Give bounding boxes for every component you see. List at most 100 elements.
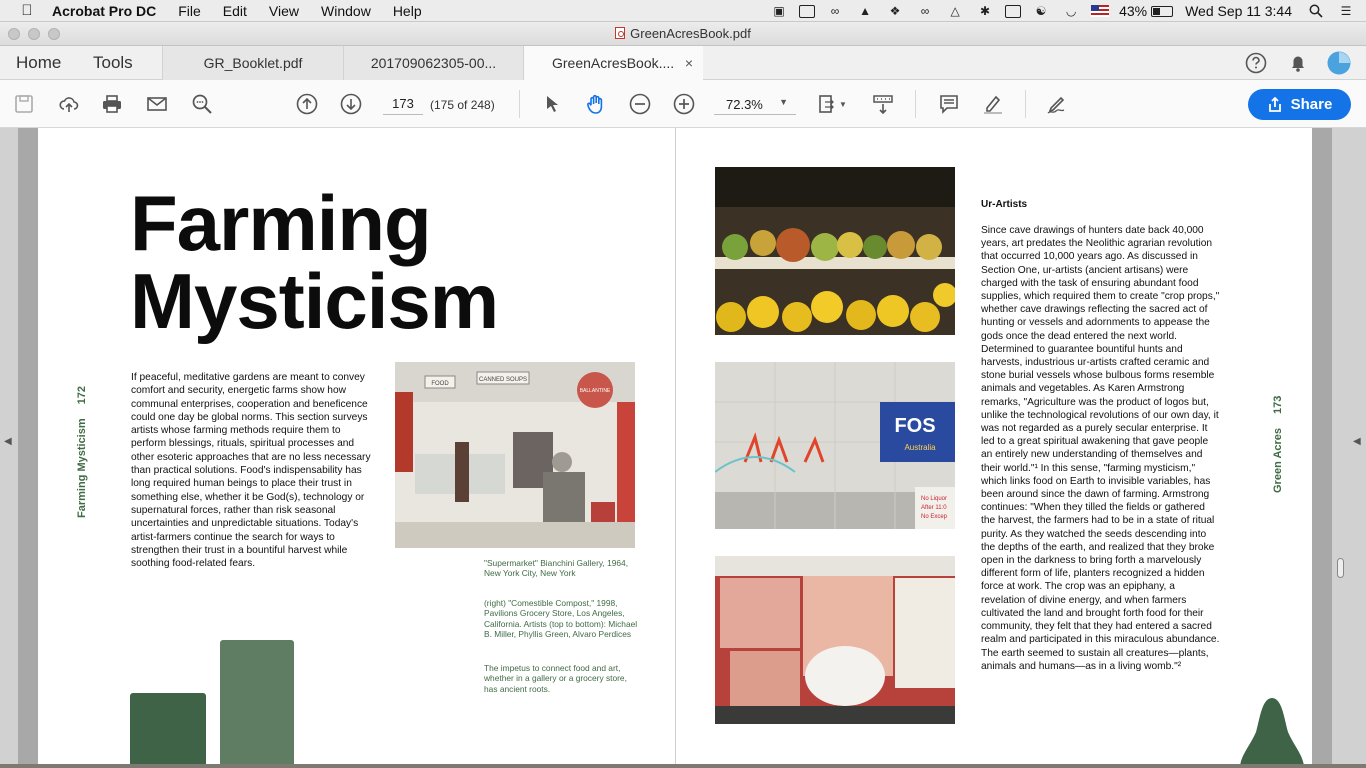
account-avatar[interactable] — [1327, 51, 1351, 75]
notice-line-1: No Liquor — [921, 496, 947, 502]
spotlight-search-icon[interactable] — [1306, 4, 1326, 18]
toolbar-divider — [1025, 90, 1026, 118]
chapter-title: Farming Mysticism — [130, 179, 499, 345]
print-icon[interactable] — [101, 93, 123, 115]
toolbar-divider — [915, 90, 916, 118]
running-header-right: Green Acres 173 — [1272, 396, 1284, 493]
toolbar: (175 of 248) 72.3% ▼ ▼ — [0, 80, 1366, 128]
fos-sign-text: FOS — [894, 415, 935, 437]
running-header-right-page: 173 — [1272, 395, 1284, 414]
fruit-display-photo — [715, 167, 955, 335]
menu-help[interactable]: Help — [393, 3, 422, 19]
apple-menu-icon[interactable]:  — [18, 2, 36, 19]
share-button-label: Share — [1290, 96, 1333, 113]
select-tool-icon[interactable] — [541, 93, 563, 115]
notice-line-2: After 11:0 — [921, 505, 947, 511]
menu-view[interactable]: View — [269, 3, 299, 19]
tab-document-1-label: GR_Booklet.pdf — [203, 55, 303, 71]
search-text-icon[interactable] — [191, 93, 213, 115]
upload-cloud-icon[interactable] — [58, 93, 80, 115]
ballantine-sign-text: BALLANTINE — [580, 388, 611, 394]
notification-center-icon[interactable]: ☰ — [1336, 4, 1356, 18]
decorative-green-tree — [1240, 698, 1304, 768]
paperclip-icon[interactable]: ∞ — [915, 4, 935, 18]
decorative-green-bar — [220, 640, 294, 768]
notes-icon[interactable] — [799, 4, 816, 18]
help-icon[interactable] — [1245, 52, 1267, 74]
desktop-strip — [0, 764, 1366, 768]
photo-caption-3: The impetus to connect food and art, whe… — [484, 663, 627, 694]
accessibility-icon[interactable]: ☯ — [1031, 4, 1051, 18]
comment-icon[interactable] — [938, 93, 960, 115]
intro-paragraph: If peaceful, meditative gardens are mean… — [131, 372, 371, 570]
display-icon[interactable]: ▣ — [769, 4, 789, 18]
battery-percent[interactable]: 43% — [1119, 3, 1147, 19]
page-fit-icon[interactable] — [816, 93, 838, 115]
australia-sign-text: Australia — [904, 443, 936, 452]
tab-document-1[interactable]: GR_Booklet.pdf — [162, 46, 343, 80]
page-172: Farming Mysticism Farming Mysticism 172 I… — [38, 128, 675, 768]
tab-document-2[interactable]: 201709062305-00... — [343, 46, 523, 80]
save-icon[interactable] — [13, 93, 35, 115]
menu-bar:  Acrobat Pro DC File Edit View Window H… — [0, 0, 1366, 22]
menu-file[interactable]: File — [178, 3, 201, 19]
menu-app-name[interactable]: Acrobat Pro DC — [52, 3, 156, 19]
share-icon — [1268, 96, 1281, 112]
supermarket-gallery-photo: FOOD CANNED SOUPS BALLANTINE — [395, 362, 635, 548]
zoom-in-icon[interactable] — [673, 93, 695, 115]
bluetooth-icon[interactable]: ✱ — [975, 4, 995, 18]
flame-icon[interactable]: ▲ — [855, 4, 875, 18]
notifications-bell-icon[interactable] — [1287, 52, 1309, 74]
zoom-level-value: 72.3% — [726, 97, 763, 112]
menu-window[interactable]: Window — [321, 3, 371, 19]
toolbar-divider — [519, 90, 520, 118]
photo-caption-1: "Supermarket" Bianchini Gallery, 1964, N… — [484, 558, 629, 579]
wifi-icon[interactable]: ◡ — [1061, 4, 1081, 18]
running-header-right-title: Green Acres — [1272, 427, 1284, 493]
email-icon[interactable] — [146, 93, 168, 115]
menu-edit[interactable]: Edit — [223, 3, 247, 19]
hand-tool-icon[interactable] — [585, 93, 607, 115]
next-page-icon[interactable] — [340, 93, 362, 115]
decorative-green-bar — [130, 693, 206, 768]
creative-cloud-icon[interactable]: ∞ — [825, 4, 845, 18]
page-count-label: (175 of 248) — [430, 98, 495, 112]
tab-tools[interactable]: Tools — [93, 46, 133, 80]
battery-icon[interactable] — [1151, 5, 1174, 17]
pdf-file-icon — [615, 27, 626, 39]
section-heading: Ur-Artists — [981, 199, 1028, 210]
close-tab-icon[interactable]: × — [685, 46, 693, 80]
zoom-out-icon[interactable] — [629, 93, 651, 115]
ceiling-neon-sign-photo: FOS Australia No Liquor After 11:0 No Ex… — [715, 362, 955, 529]
tab-document-3[interactable]: GreenAcresBook.... × — [523, 46, 703, 81]
airplay-icon[interactable]: △ — [945, 4, 965, 18]
right-gutter — [1312, 128, 1332, 768]
running-header-left-page: 172 — [76, 386, 88, 405]
page-number-input[interactable] — [383, 93, 423, 115]
highlight-pen-icon[interactable] — [982, 93, 1004, 115]
next-page-edge-arrow-icon[interactable]: ◀ — [1353, 436, 1361, 447]
sign-pen-icon[interactable] — [1046, 93, 1068, 115]
page-fit-chevron-icon[interactable]: ▼ — [838, 93, 848, 115]
window-title: GreenAcresBook.pdf — [0, 26, 1366, 41]
window-title-text: GreenAcresBook.pdf — [630, 26, 751, 41]
memory-icon[interactable] — [1005, 4, 1022, 18]
meat-counter-photo — [715, 556, 955, 724]
clock[interactable]: Wed Sep 11 3:44 — [1185, 3, 1292, 19]
scroll-mode-icon[interactable] — [872, 93, 894, 115]
tab-home[interactable]: Home — [16, 46, 61, 80]
canned-soups-sign-text: CANNED SOUPS — [479, 377, 527, 383]
chevron-down-icon: ▼ — [779, 97, 788, 107]
previous-page-icon[interactable] — [296, 93, 318, 115]
running-header-left: Farming Mysticism 172 — [76, 386, 88, 518]
previous-page-edge-arrow-icon[interactable]: ◀ — [4, 436, 12, 447]
ur-artists-paragraph: Since cave drawings of hunters date back… — [981, 225, 1220, 672]
vertical-scrollbar-thumb[interactable] — [1337, 558, 1344, 578]
page-173: FOS Australia No Liquor After 11:0 No Ex… — [676, 128, 1312, 768]
document-viewport[interactable]: ◀ ◀ Farming Mysticism Farming Mysticism 1… — [0, 128, 1366, 768]
dropbox-icon[interactable]: ❖ — [885, 4, 905, 18]
tab-document-2-label: 201709062305-00... — [370, 55, 497, 71]
share-button[interactable]: Share — [1248, 89, 1351, 120]
zoom-level-dropdown[interactable]: 72.3% ▼ — [714, 93, 796, 115]
input-source-flag-icon[interactable] — [1091, 5, 1110, 17]
